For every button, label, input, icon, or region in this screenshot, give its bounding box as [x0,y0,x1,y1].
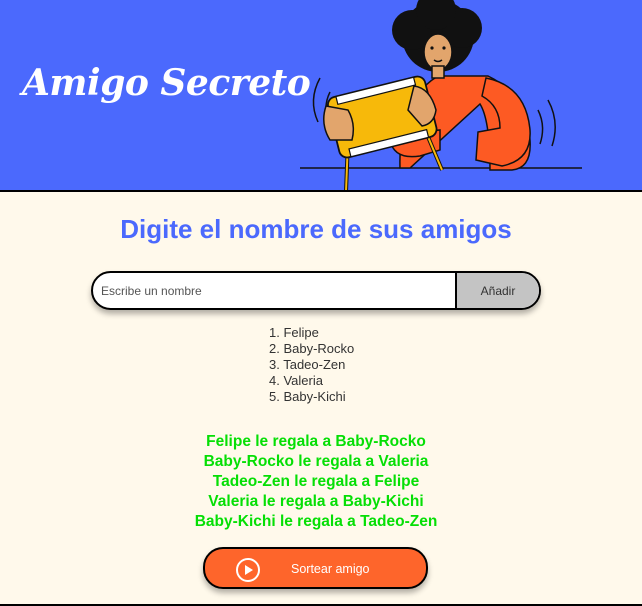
list-item: 2. Baby-Rocko [269,341,355,356]
list-item: 1. Felipe [269,325,319,340]
draw-friend-button[interactable]: Sortear amigo [203,547,428,589]
name-input[interactable] [93,273,457,308]
gamer-illustration [300,0,582,190]
add-button[interactable]: Añadir [455,273,539,308]
friends-list: 1. Felipe 2. Baby-Rocko 3. Tadeo-Zen 4. … [269,325,354,405]
list-item: 3. Tadeo-Zen [269,357,346,372]
section-heading: Digite el nombre de sus amigos [120,214,512,244]
result-item: Valeria le regala a Baby-Kichi [208,493,424,510]
name-input-group: Añadir [91,271,541,310]
result-item: Baby-Rocko le regala a Valeria [203,453,429,470]
app-title: Amigo Secreto [22,62,311,104]
play-circle-icon [236,558,260,582]
results-list: Felipe le regala a Baby-Rocko Baby-Rocko… [0,432,632,532]
result-item: Baby-Kichi le regala a Tadeo-Zen [194,513,438,530]
draw-button-label: Sortear amigo [291,562,370,576]
header-banner: Amigo Secreto [0,0,642,192]
result-item: Felipe le regala a Baby-Rocko [206,433,426,450]
list-item: 4. Valeria [269,373,323,388]
result-item: Tadeo-Zen le regala a Felipe [212,473,420,490]
list-item: 5. Baby-Kichi [269,389,346,404]
